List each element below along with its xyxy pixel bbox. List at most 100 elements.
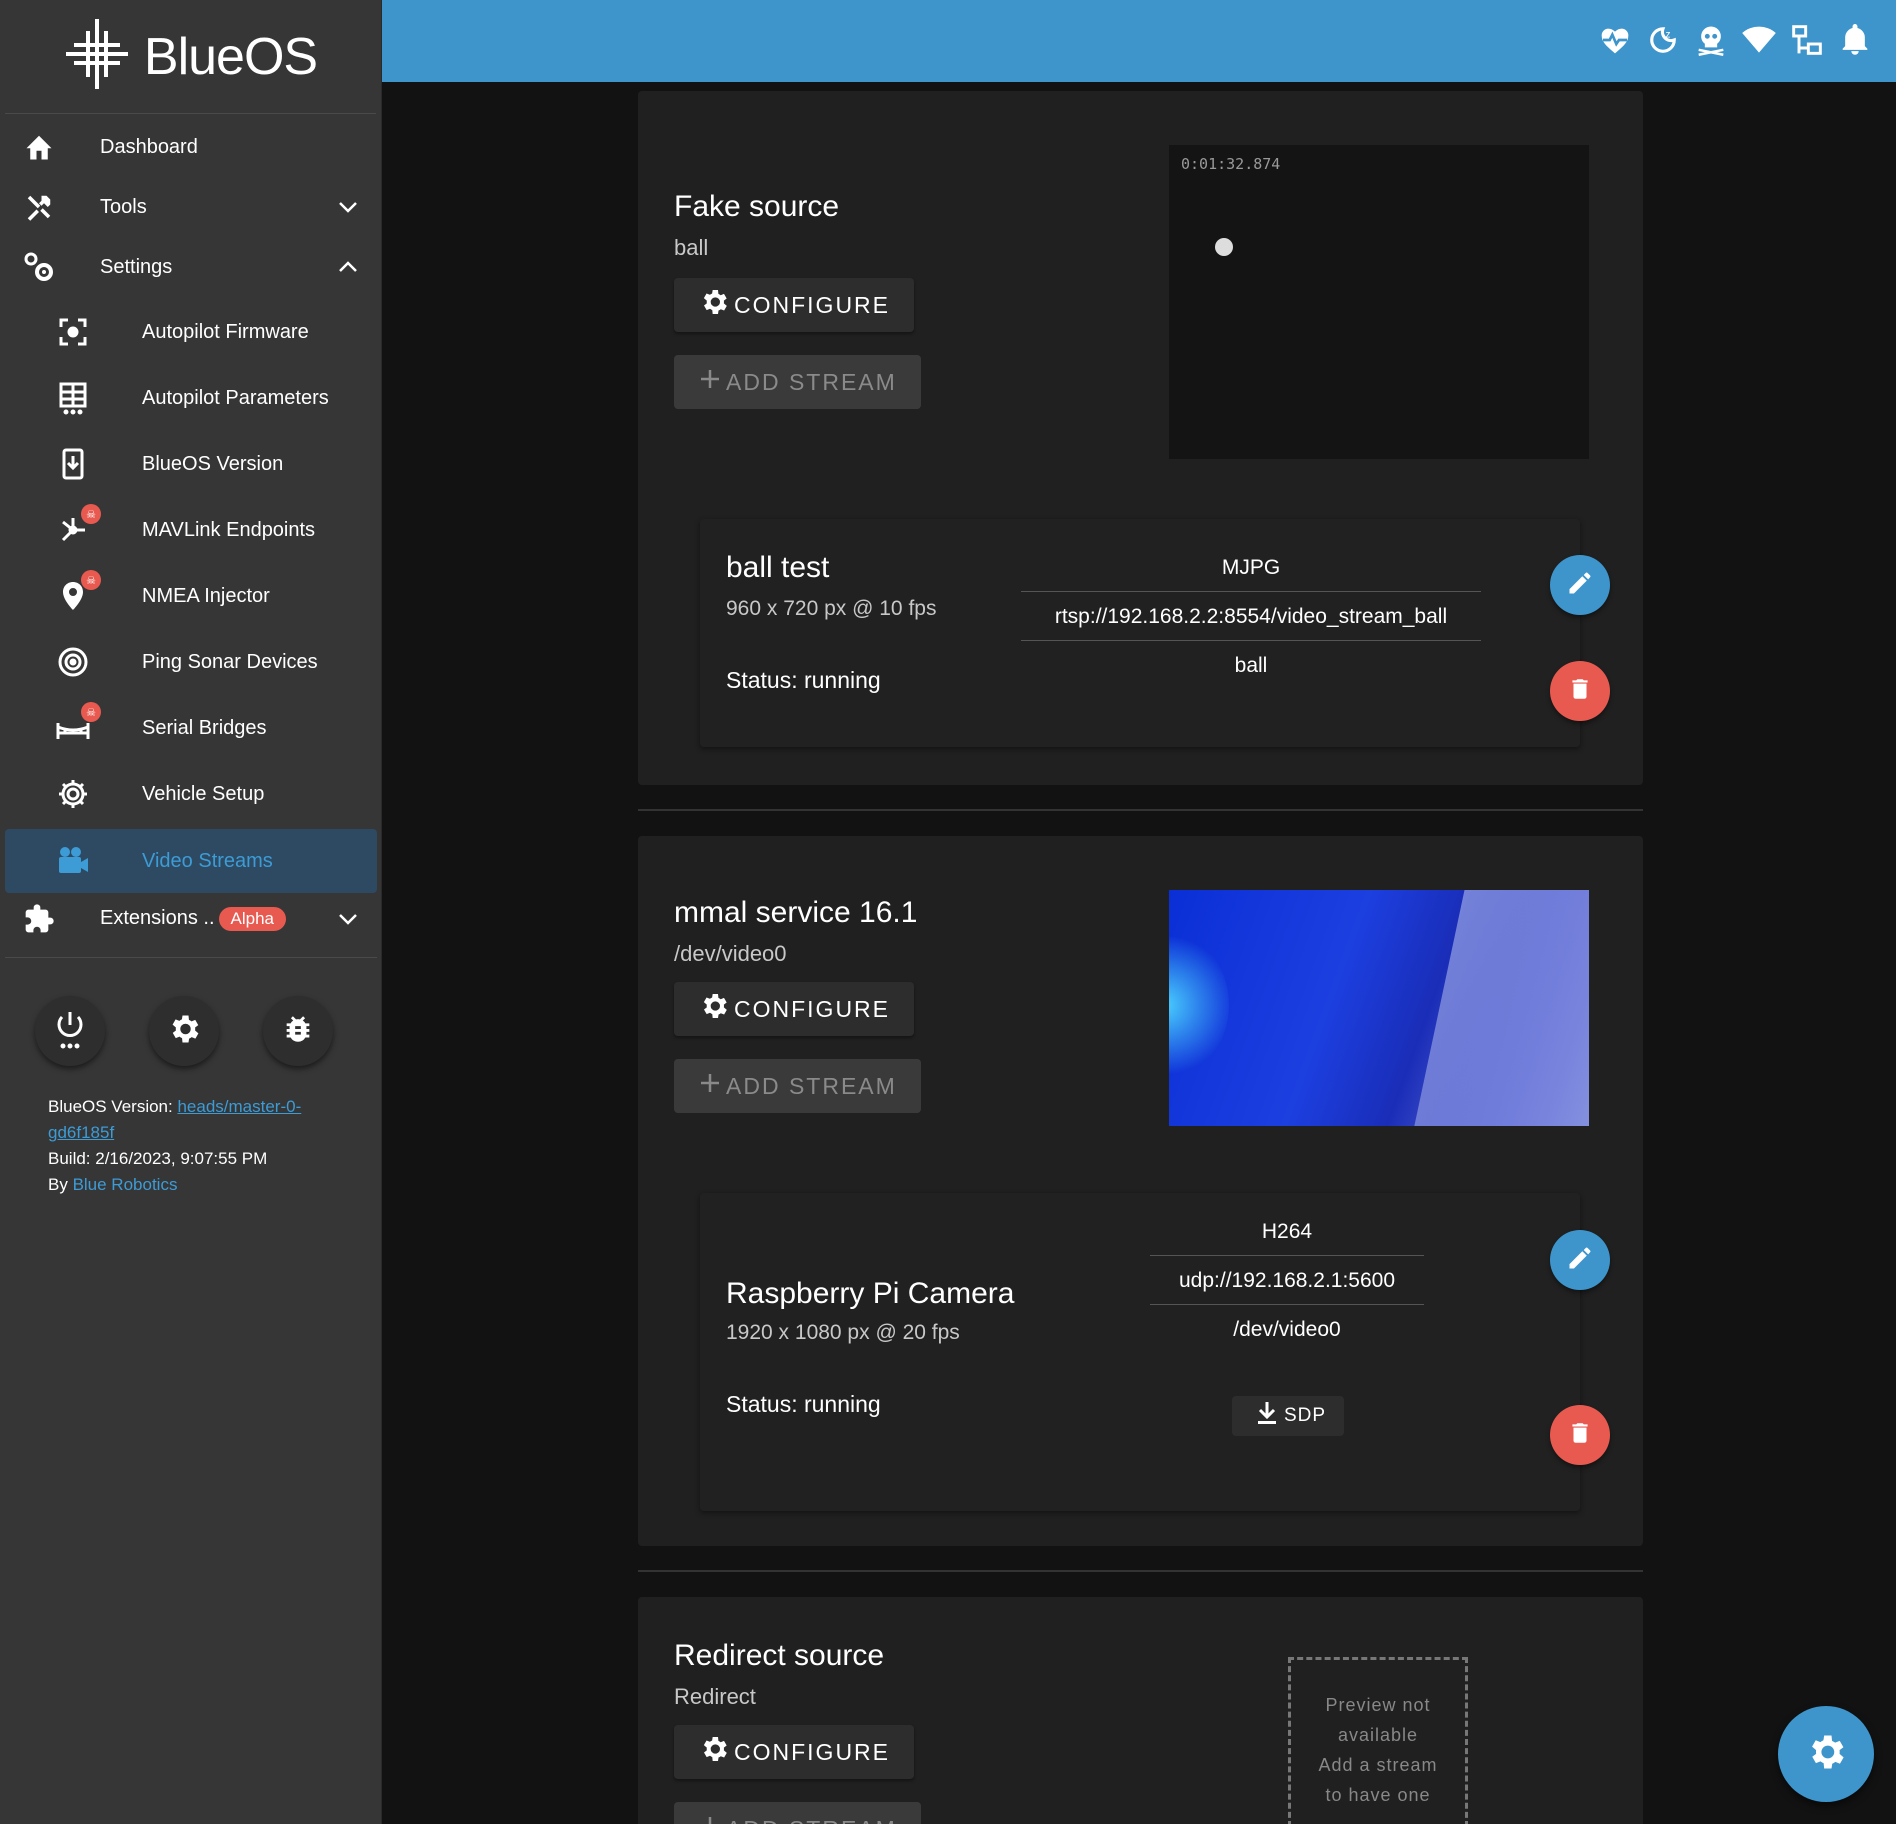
bug-icon — [281, 1012, 315, 1051]
stream-encode: H264 — [1150, 1207, 1424, 1256]
configure-button[interactable]: CONFIGURE — [674, 1725, 914, 1779]
skull-icon[interactable] — [1694, 20, 1728, 60]
delete-stream-button[interactable] — [1550, 661, 1610, 721]
sidebar-item-ping-sonar-devices[interactable]: Ping Sonar Devices — [5, 630, 377, 694]
add-stream-button[interactable]: ADD STREAM — [674, 1059, 921, 1113]
puzzle-icon — [19, 899, 59, 939]
no-preview-line: Preview not — [1325, 1695, 1431, 1715]
bridge-icon: ☠ — [53, 702, 101, 748]
bell-icon[interactable] — [1838, 20, 1872, 60]
card-separator — [638, 809, 1643, 811]
sidebar-item-serial-bridges[interactable]: ☠ Serial Bridges — [5, 696, 377, 760]
warning-badge-icon: ☠ — [81, 702, 101, 722]
configure-label: CONFIGURE — [734, 995, 890, 1022]
chevron-down-icon — [333, 904, 363, 934]
sidebar-divider — [5, 957, 377, 958]
warning-badge-icon: ☠ — [81, 504, 101, 524]
sleep-icon[interactable]: z — [1646, 20, 1680, 60]
trash-icon — [1567, 675, 1593, 708]
no-preview-line: to have one — [1325, 1785, 1431, 1805]
stream-name: Raspberry Pi Camera — [726, 1277, 1015, 1310]
stream-resolution: 1920 x 1080 px @ 20 fps — [726, 1321, 960, 1344]
sidebar-item-label: Settings — [100, 255, 173, 278]
chevron-down-icon — [333, 192, 363, 222]
warning-badge-icon: ☠ — [81, 570, 101, 590]
settings-button[interactable] — [149, 996, 219, 1066]
wifi-icon[interactable] — [1742, 20, 1776, 60]
configure-button[interactable]: CONFIGURE — [674, 278, 914, 332]
plus-icon — [698, 1814, 722, 1824]
sidebar-item-label: Vehicle Setup — [142, 782, 265, 805]
no-preview-line: Add a stream — [1318, 1755, 1438, 1775]
sidebar-item-autopilot-firmware[interactable]: Autopilot Firmware — [5, 300, 377, 364]
sidebar-item-label: Tools — [100, 195, 147, 218]
stream-details: H264 udp://192.168.2.1:5600 /dev/video0 — [1150, 1207, 1424, 1354]
sidebar-item-tools[interactable]: Tools — [5, 177, 377, 237]
configure-button[interactable]: CONFIGURE — [674, 982, 914, 1036]
plus-icon — [698, 1071, 722, 1101]
top-bar: z — [382, 0, 1896, 82]
download-icon — [1256, 1400, 1278, 1432]
gear-icon — [698, 1733, 730, 1771]
stream-endpoint: rtsp://192.168.2.2:8554/video_stream_bal… — [1021, 592, 1481, 641]
stream-source: ball — [1234, 654, 1268, 677]
sidebar-item-video-streams[interactable]: Video Streams — [5, 829, 377, 893]
add-stream-label: ADD STREAM — [726, 368, 897, 395]
trash-icon — [1567, 1419, 1593, 1452]
sidebar-item-vehicle-setup[interactable]: Vehicle Setup — [5, 762, 377, 826]
sidebar-item-label: Autopilot Parameters — [142, 386, 329, 409]
device-name: Fake source — [674, 190, 840, 223]
stream-resolution: 960 x 720 px @ 10 fps — [726, 597, 937, 620]
configure-label: CONFIGURE — [734, 291, 890, 318]
sidebar-item-label: Dashboard — [100, 135, 198, 158]
sidebar-item-mavlink-endpoints[interactable]: ☠ MAVLink Endpoints — [5, 498, 377, 562]
status-icons: z — [1598, 20, 1872, 60]
plus-icon — [698, 367, 722, 397]
device-name: Redirect source — [674, 1639, 885, 1672]
blue-robotics-link[interactable]: Blue Robotics — [73, 1175, 178, 1194]
stream-status: Status: running — [726, 667, 881, 693]
sidebar: BlueOS Dashboard Tools Settings Autopilo… — [0, 0, 382, 1824]
device-name: mmal service 16.1 — [674, 896, 918, 929]
floating-settings-button[interactable] — [1778, 1706, 1874, 1802]
hub-icon: ☠ — [53, 504, 101, 550]
build-info: Build: 2/16/2023, 9:07:55 PM — [48, 1149, 268, 1168]
add-stream-button[interactable]: ADD STREAM — [674, 355, 921, 409]
debug-button[interactable] — [263, 996, 333, 1066]
configure-label: CONFIGURE — [734, 1738, 890, 1765]
sidebar-item-extensions[interactable]: Extensions .. Alpha — [5, 889, 377, 949]
sidebar-item-dashboard[interactable]: Dashboard — [5, 117, 377, 177]
device-source: Redirect — [674, 1684, 756, 1709]
pencil-icon — [1566, 569, 1594, 602]
edit-stream-button[interactable] — [1550, 555, 1610, 615]
sidebar-item-settings[interactable]: Settings — [5, 237, 377, 297]
network-icon[interactable] — [1790, 20, 1824, 60]
blueos-logo-icon — [64, 17, 130, 96]
cog-outline-icon — [53, 774, 93, 814]
stream-details: MJPG rtsp://192.168.2.2:8554/video_strea… — [1021, 543, 1481, 690]
card-separator — [638, 1570, 1643, 1572]
sidebar-item-autopilot-parameters[interactable]: Autopilot Parameters — [5, 366, 377, 430]
table-icon — [53, 378, 93, 418]
cogs-icon — [19, 247, 59, 287]
sidebar-item-nmea-injector[interactable]: ☠ NMEA Injector — [5, 564, 377, 628]
power-icon — [54, 1009, 86, 1054]
logo[interactable]: BlueOS — [5, 0, 376, 114]
device-card: Fake source ball CONFIGURE ADD STREAM 0:… — [638, 91, 1643, 785]
sidebar-item-blueos-version[interactable]: BlueOS Version — [5, 432, 377, 496]
version-info: BlueOS Version: heads/master-0-gd6f185f … — [48, 1094, 338, 1198]
stream-status: Status: running — [726, 1391, 881, 1417]
stream-card: Raspberry Pi Camera 1920 x 1080 px @ 20 … — [700, 1193, 1610, 1511]
chevron-up-icon — [333, 252, 363, 282]
sdp-download-button[interactable]: SDP — [1232, 1396, 1345, 1436]
sidebar-item-label: NMEA Injector — [142, 584, 270, 607]
sidebar-item-label: Autopilot Firmware — [142, 320, 309, 343]
add-stream-button[interactable]: ADD STREAM — [674, 1802, 921, 1824]
power-button[interactable] — [35, 996, 105, 1066]
svg-text:z: z — [1666, 30, 1671, 41]
delete-stream-button[interactable] — [1550, 1405, 1610, 1465]
heart-pulse-icon[interactable] — [1598, 20, 1632, 60]
focus-icon — [53, 312, 93, 352]
stream-endpoint: udp://192.168.2.1:5600 — [1150, 1256, 1424, 1305]
edit-stream-button[interactable] — [1550, 1230, 1610, 1290]
